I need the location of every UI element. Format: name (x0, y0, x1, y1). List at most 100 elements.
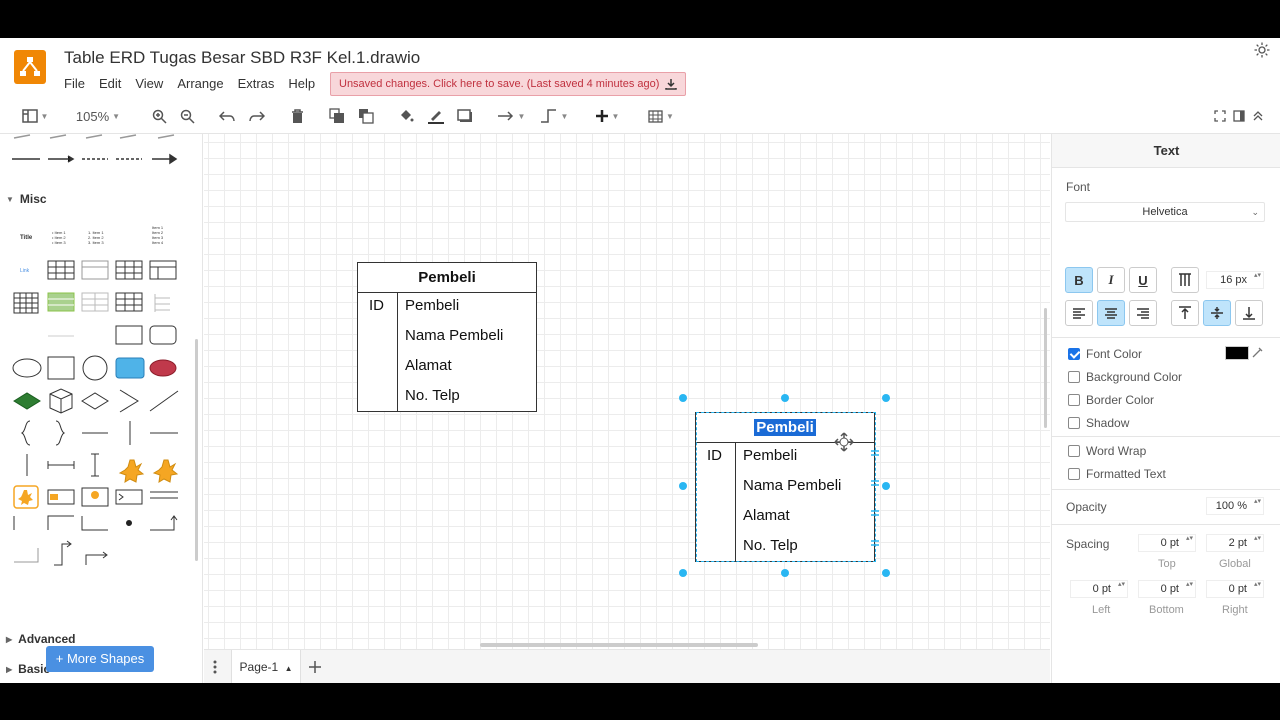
section-misc-label: Misc (19, 192, 47, 206)
svg-text:Link: Link (20, 268, 30, 274)
redo-button[interactable] (248, 106, 266, 126)
align-middle-button[interactable] (1203, 300, 1231, 326)
menu-extras[interactable]: Extras (238, 76, 275, 91)
format-toggle-button[interactable] (1231, 106, 1247, 126)
bold-button[interactable]: B (1065, 267, 1093, 293)
connector-shapes-row[interactable] (10, 134, 190, 166)
formatted-text-checkbox[interactable]: Formatted Text (1068, 467, 1166, 481)
font-color-swatch[interactable] (1225, 346, 1249, 360)
shapes-scrollbar[interactable] (195, 339, 198, 561)
resize-handle-se[interactable] (882, 569, 890, 577)
waypoints-button[interactable]: ▼ (537, 106, 571, 126)
underline-button[interactable]: U (1129, 267, 1157, 293)
fill-color-button[interactable] (397, 106, 415, 126)
table-body: ID Pembeli Nama Pembeli Alamat No. Telp (358, 293, 536, 412)
align-center-button[interactable] (1097, 300, 1125, 326)
format-panel-toggle[interactable]: ▼ (18, 106, 52, 126)
table-title[interactable]: Pembeli (358, 263, 536, 293)
diagram-canvas[interactable]: Pembeli ID Pembeli Nama Pembeli Alamat N… (204, 134, 1050, 649)
shadow-checkbox[interactable]: Shadow (1068, 416, 1129, 430)
menu-file[interactable]: File (64, 76, 85, 91)
resize-handle-n[interactable] (781, 394, 789, 402)
section-advanced-label: Advanced (18, 632, 76, 646)
resize-handle-s[interactable] (781, 569, 789, 577)
canvas-vertical-scrollbar[interactable] (1044, 308, 1047, 428)
zoom-out-button[interactable] (178, 106, 196, 126)
menu-help[interactable]: Help (288, 76, 315, 91)
to-front-button[interactable] (328, 106, 346, 126)
menu-arrange[interactable]: Arrange (177, 76, 223, 91)
menu-view[interactable]: View (135, 76, 163, 91)
chevron-down-icon: ⌄ (1251, 207, 1259, 217)
border-color-checkbox[interactable]: Border Color (1068, 393, 1154, 407)
canvas-horizontal-scrollbar[interactable] (480, 643, 758, 647)
waypoint-icon (540, 109, 556, 123)
resize-handle-w[interactable] (679, 482, 687, 490)
section-misc-header[interactable]: ▼ Misc (6, 192, 47, 206)
zoom-select[interactable]: 105% ▼ (68, 106, 128, 126)
to-back-button[interactable] (357, 106, 375, 126)
undo-button[interactable] (218, 106, 236, 126)
spacing-global-input[interactable]: 2 pt (1206, 534, 1264, 552)
section-advanced-header[interactable]: ▶ Advanced (6, 632, 76, 646)
spacing-top-input[interactable]: 0 pt (1138, 534, 1196, 552)
spacing-right-input[interactable]: 0 pt (1206, 580, 1264, 598)
align-left-icon (1073, 308, 1085, 319)
font-color-checkbox[interactable]: Font Color (1068, 347, 1142, 361)
pages-menu-icon[interactable] (213, 660, 217, 674)
resize-handle-sw[interactable] (679, 569, 687, 577)
drawio-logo[interactable] (14, 50, 46, 84)
undo-icon (219, 111, 235, 122)
font-family-select[interactable]: Helvetica ⌄ (1065, 202, 1265, 222)
collapse-button[interactable] (1250, 106, 1266, 126)
primary-key-label[interactable]: ID (369, 297, 384, 314)
connection-style-button[interactable]: ▼ (494, 106, 528, 126)
resize-handle-ne[interactable] (882, 394, 890, 402)
menu-edit[interactable]: Edit (99, 76, 121, 91)
erd-table-pembeli[interactable]: Pembeli ID Pembeli Nama Pembeli Alamat N… (357, 262, 537, 412)
unsaved-changes-button[interactable]: Unsaved changes. Click here to save. (La… (330, 72, 687, 96)
checkbox-unchecked (1068, 468, 1080, 480)
opacity-input[interactable]: 100 % (1206, 497, 1264, 515)
align-top-button[interactable] (1171, 300, 1199, 326)
resize-handle-e[interactable] (882, 482, 890, 490)
page-tab-label: Page-1 (239, 660, 279, 674)
align-bottom-button[interactable] (1235, 300, 1263, 326)
theme-toggle-icon[interactable] (1254, 42, 1270, 58)
more-shapes-button[interactable]: + More Shapes (46, 646, 154, 672)
field-row[interactable]: No. Telp (405, 387, 460, 404)
section-basic-header[interactable]: ▶ Basic (6, 664, 50, 674)
tab-text[interactable]: Text (1052, 134, 1280, 168)
svg-text:3. Item 3: 3. Item 3 (88, 240, 104, 245)
table-button[interactable]: ▼ (644, 106, 678, 126)
row-resize-markers[interactable] (871, 448, 879, 548)
field-row[interactable]: Nama Pembeli (405, 327, 503, 344)
line-color-button[interactable] (426, 106, 446, 126)
font-size-input[interactable]: 16 px (1206, 271, 1264, 289)
eyedropper-icon[interactable] (1252, 346, 1264, 358)
word-wrap-checkbox[interactable]: Word Wrap (1068, 444, 1146, 458)
redo-icon (249, 111, 265, 122)
spacing-bottom-input[interactable]: 0 pt (1138, 580, 1196, 598)
field-row[interactable]: Alamat (405, 357, 452, 374)
add-page-button[interactable] (308, 660, 322, 674)
resize-handle-nw[interactable] (679, 394, 687, 402)
align-left-button[interactable] (1065, 300, 1093, 326)
field-row[interactable]: Pembeli (405, 297, 459, 314)
italic-button[interactable]: I (1097, 267, 1125, 293)
font-color-label: Font Color (1086, 347, 1143, 361)
spacing-left-input[interactable]: 0 pt (1070, 580, 1128, 598)
page-tab[interactable]: Page-1 ▲ (231, 650, 301, 683)
align-right-button[interactable] (1129, 300, 1157, 326)
delete-button[interactable] (288, 106, 306, 126)
fullscreen-button[interactable] (1212, 106, 1228, 126)
zoom-in-button[interactable] (150, 106, 168, 126)
document-title[interactable]: Table ERD Tugas Besar SBD R3F Kel.1.draw… (64, 48, 420, 68)
shadow-button[interactable] (456, 106, 474, 126)
paint-bucket-icon (401, 110, 414, 122)
vertical-text-button[interactable] (1171, 267, 1199, 293)
checkbox-checked (1068, 348, 1080, 360)
misc-shapes-grid[interactable]: Title • Item 1• Item 2• Item 3 1. Item 1… (10, 224, 190, 604)
insert-button[interactable]: ▼ (590, 106, 624, 126)
background-color-checkbox[interactable]: Background Color (1068, 370, 1182, 384)
